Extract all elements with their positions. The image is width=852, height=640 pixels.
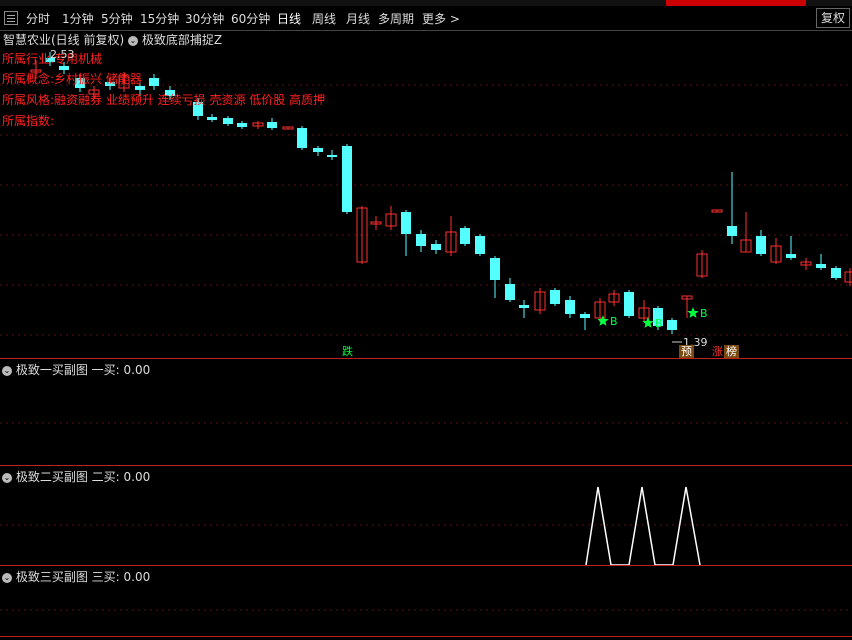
index-text: 所属指数: — [2, 114, 55, 128]
buy-signal-label: B — [610, 315, 618, 328]
candle-body — [667, 320, 677, 330]
panel-2-name[interactable]: 极致二买副图 — [16, 470, 88, 484]
second-buy-signal-line — [585, 486, 701, 566]
panel-2-label: 二买: — [91, 470, 120, 484]
buy-signal-label: B — [655, 317, 663, 330]
buy-signal-label: B — [700, 307, 708, 320]
panel-separator — [0, 358, 852, 359]
candle-body — [149, 78, 159, 86]
panel-1-name[interactable]: 极致一买副图 — [16, 363, 88, 377]
candle-body — [786, 254, 796, 258]
marker-pre: 预 — [679, 345, 694, 358]
candle-body — [401, 212, 411, 234]
marker-rank: 榜 — [724, 345, 739, 358]
panel-1-header: ⌄ 极致一买副图 一买: 0.00 — [2, 361, 150, 378]
marker-fall: 跌 — [342, 345, 353, 358]
panel-separator — [0, 465, 852, 466]
candle-body — [844, 271, 852, 283]
candle-body — [550, 290, 560, 304]
panel-separator — [0, 636, 852, 637]
style-text: 所属风格:融资融券 业绩预升 连续亏损 壳资源 低价股 高质押 — [2, 93, 326, 107]
candle-body — [580, 314, 590, 318]
candle-body — [431, 244, 441, 250]
panel-1-value: 0.00 — [123, 363, 151, 377]
candle-body — [207, 117, 217, 120]
candle-body — [756, 236, 766, 254]
panel-2-header: ⌄ 极致二买副图 二买: 0.00 — [2, 468, 150, 485]
candle-body — [327, 155, 337, 157]
panel-3-value: 0.00 — [123, 570, 151, 584]
candle-body — [416, 234, 426, 246]
panel-3-label: 三买: — [91, 570, 120, 584]
candle-body — [267, 122, 277, 128]
candle-body — [816, 264, 826, 268]
marker-rise: 涨 — [712, 345, 723, 358]
candle-body — [223, 118, 233, 124]
panel-3-name[interactable]: 极致三买副图 — [16, 570, 88, 584]
candle-body — [519, 305, 529, 308]
candle-body — [490, 258, 500, 280]
candle-body — [460, 228, 470, 244]
panel-2-value: 0.00 — [123, 470, 151, 484]
chevron-down-icon[interactable]: ⌄ — [2, 572, 12, 583]
chevron-down-icon[interactable]: ⌄ — [2, 365, 12, 376]
candle-body — [831, 268, 841, 278]
buy-signal-star-icon — [687, 307, 699, 318]
candle-body — [727, 226, 737, 236]
candle-body — [342, 146, 352, 212]
candle-body — [237, 123, 247, 127]
buy-signal-star-icon — [597, 315, 609, 326]
candle-body — [565, 300, 575, 314]
chevron-down-icon[interactable]: ⌄ — [2, 472, 12, 483]
concept-text: 所属概念:乡村振兴 储能器 — [2, 72, 142, 86]
candle-body — [475, 236, 485, 254]
panel-1-label: 一买: — [91, 363, 120, 377]
candle-body — [297, 128, 307, 148]
candle-body — [505, 284, 515, 300]
candle-body — [624, 292, 634, 316]
candle-body — [313, 148, 323, 152]
panel-3-header: ⌄ 极致三买副图 三买: 0.00 — [2, 568, 150, 585]
high-price-label: 2.53 — [50, 48, 75, 61]
panel-separator — [0, 565, 852, 566]
